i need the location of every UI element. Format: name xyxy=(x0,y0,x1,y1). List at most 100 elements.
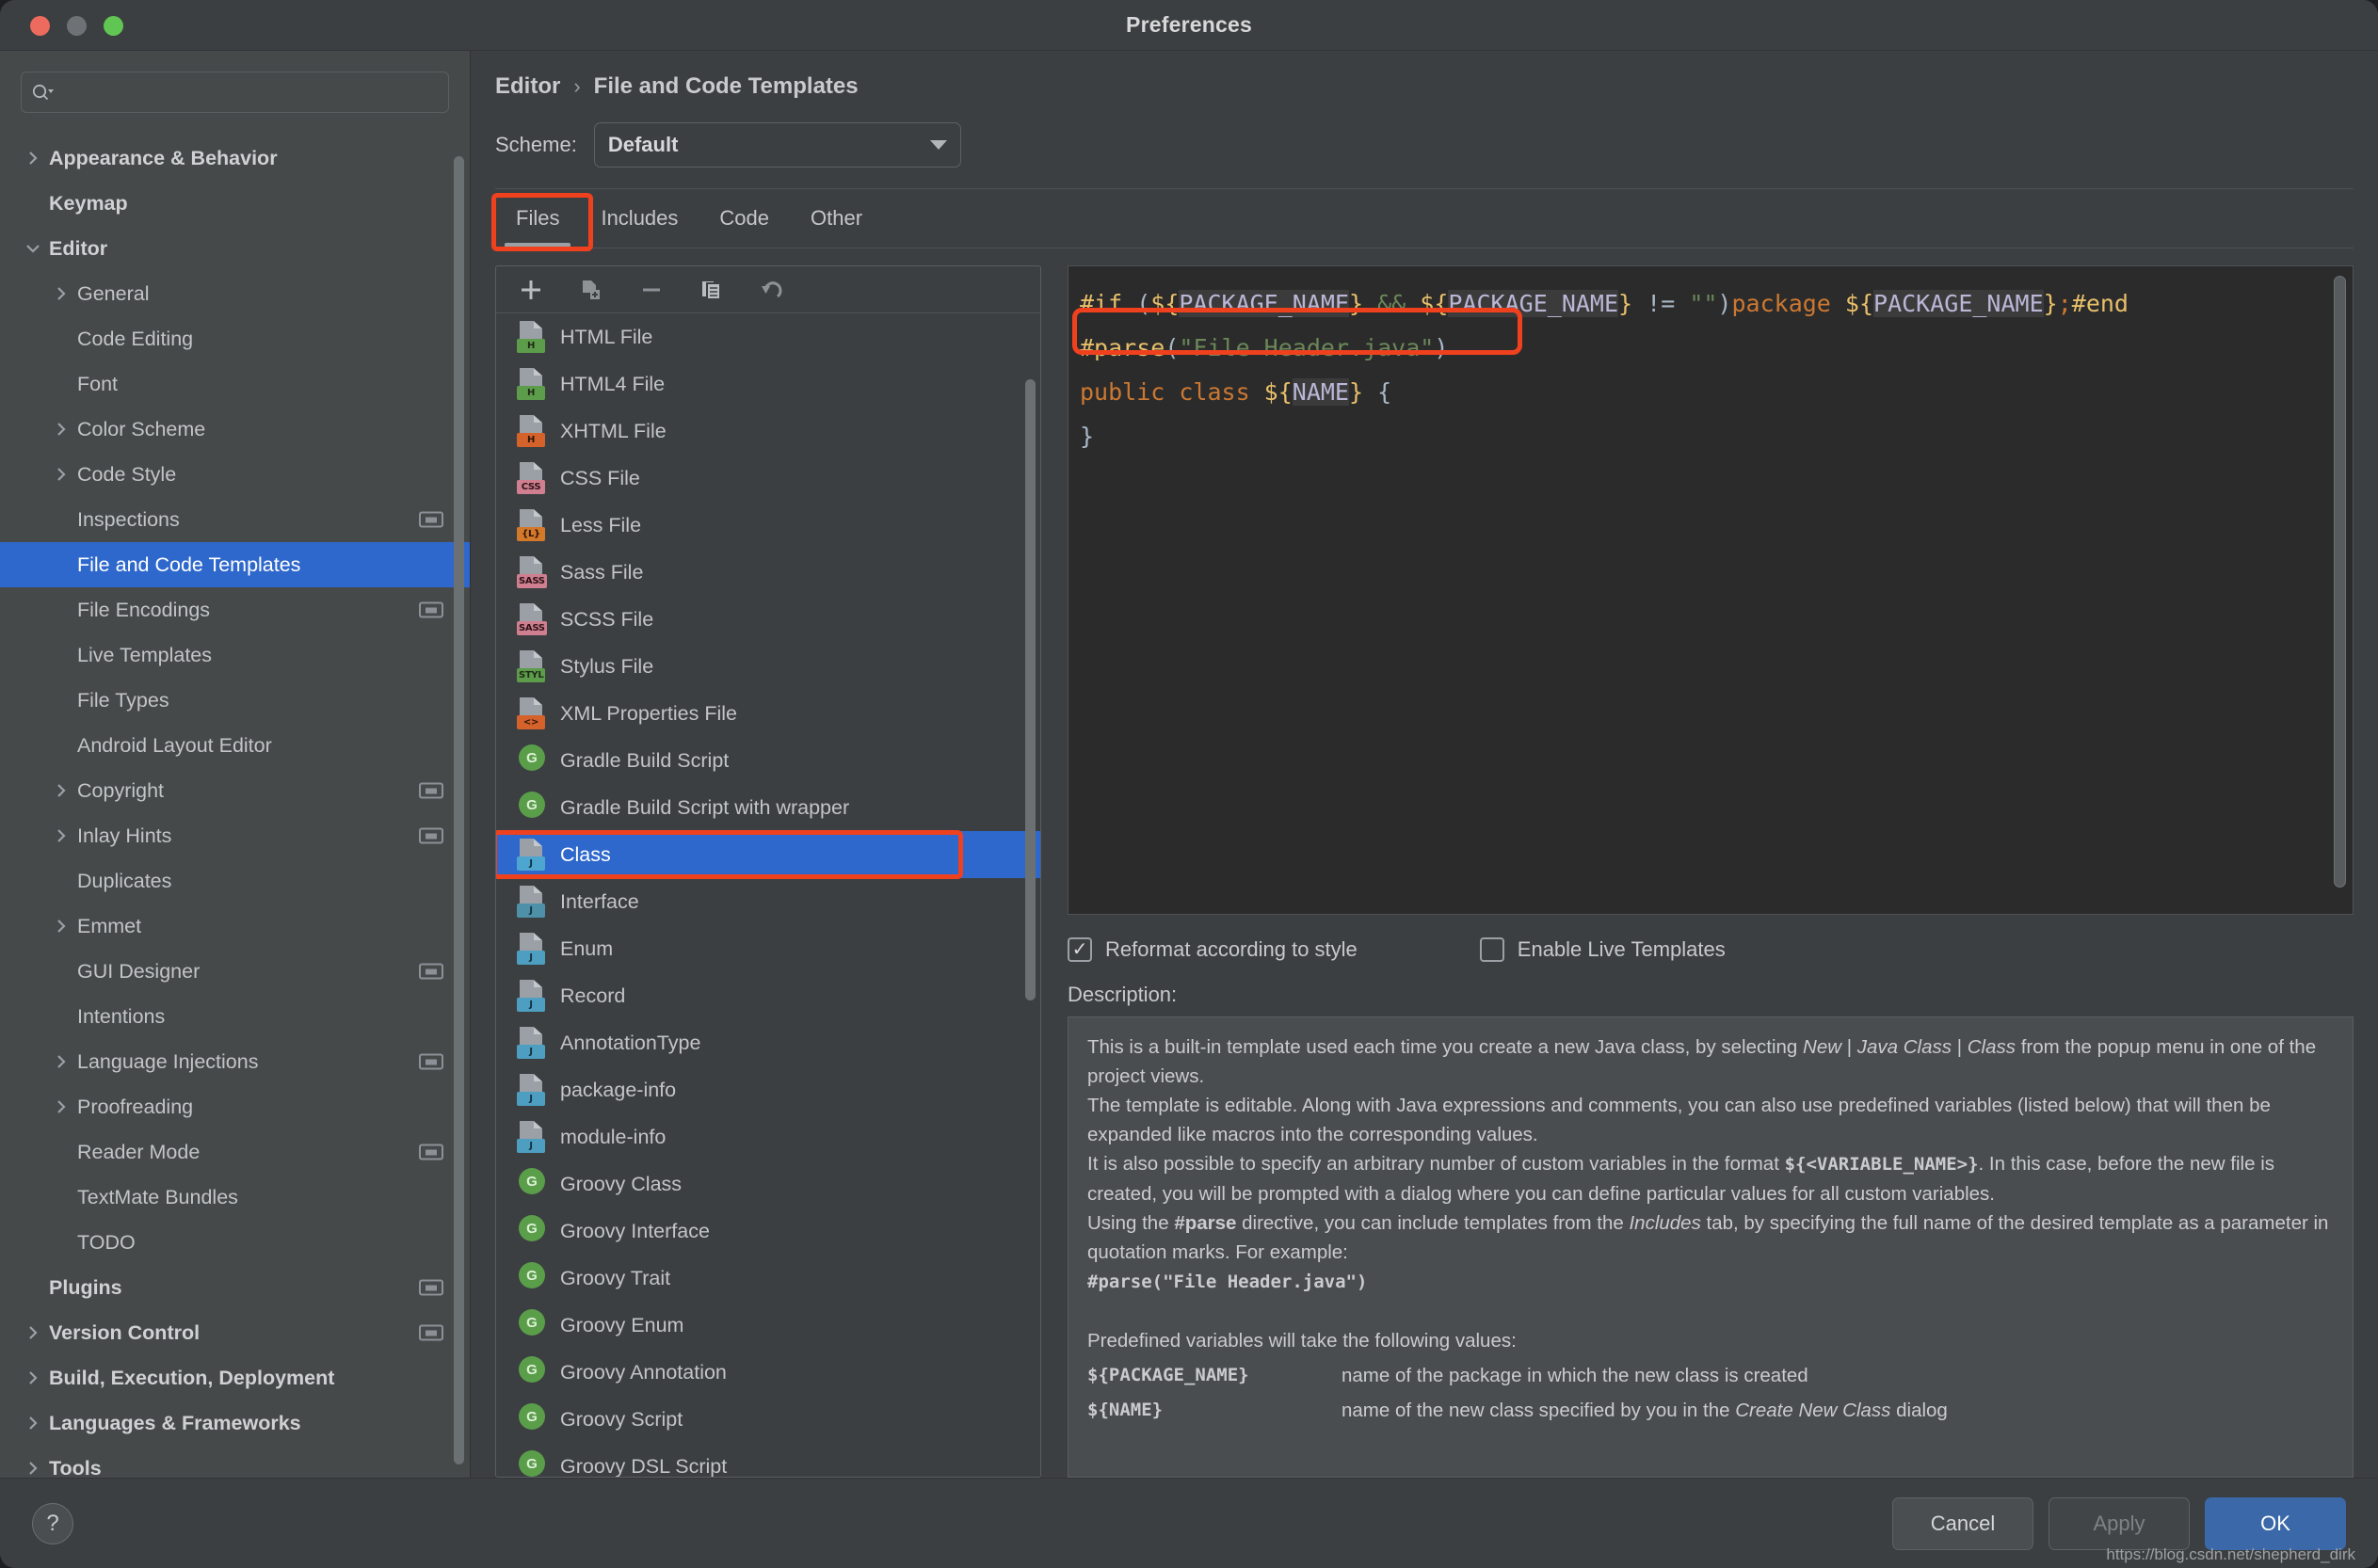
template-list-item[interactable]: GGradle Build Script xyxy=(496,737,1040,784)
sidebar-item-keymap[interactable]: Keymap xyxy=(0,181,470,226)
sidebar-item-gui-designer[interactable]: GUI Designer xyxy=(0,949,470,994)
clone-template-button[interactable] xyxy=(698,276,726,304)
remove-template-button[interactable] xyxy=(637,276,666,304)
help-button[interactable]: ? xyxy=(32,1503,73,1544)
sidebar-item-android-layout-editor[interactable]: Android Layout Editor xyxy=(0,723,470,768)
chevron-right-icon[interactable] xyxy=(49,466,73,483)
template-list-item[interactable]: JInterface xyxy=(496,878,1040,925)
sidebar-item-duplicates[interactable]: Duplicates xyxy=(0,858,470,904)
apply-button[interactable]: Apply xyxy=(2049,1497,2190,1550)
sidebar-item-code-style[interactable]: Code Style xyxy=(0,452,470,497)
sidebar-item-general[interactable]: General xyxy=(0,271,470,316)
search-input[interactable] xyxy=(59,82,439,103)
sidebar-item-inlay-hints[interactable]: Inlay Hints xyxy=(0,813,470,858)
template-list-item[interactable]: SASSSass File xyxy=(496,549,1040,596)
template-code-editor[interactable]: #if (${PACKAGE_NAME} && ${PACKAGE_NAME} … xyxy=(1068,265,2354,915)
chevron-right-icon[interactable] xyxy=(49,918,73,935)
sidebar-item-emmet[interactable]: Emmet xyxy=(0,904,470,949)
copy-template-button[interactable] xyxy=(577,276,605,304)
sidebar-item-inspections[interactable]: Inspections xyxy=(0,497,470,542)
template-list-item[interactable]: <>XML Properties File xyxy=(496,690,1040,737)
chevron-right-icon[interactable] xyxy=(49,1098,73,1115)
sidebar-item-build-execution-deployment[interactable]: Build, Execution, Deployment xyxy=(0,1355,470,1400)
template-list-item[interactable]: GGroovy Enum xyxy=(496,1302,1040,1349)
chevron-right-icon[interactable] xyxy=(49,782,73,799)
scheme-dropdown[interactable]: Default xyxy=(594,122,961,168)
chevron-right-icon[interactable] xyxy=(49,421,73,438)
template-list-item[interactable]: GGroovy Annotation xyxy=(496,1349,1040,1396)
template-list-item[interactable]: GGroovy Interface xyxy=(496,1208,1040,1255)
template-list-item[interactable]: JEnum xyxy=(496,925,1040,972)
settings-tree[interactable]: Appearance & BehaviorKeymapEditorGeneral… xyxy=(0,126,470,1478)
sidebar-item-reader-mode[interactable]: Reader Mode xyxy=(0,1129,470,1175)
sidebar-item-version-control[interactable]: Version Control xyxy=(0,1310,470,1355)
reset-template-button[interactable] xyxy=(758,276,786,304)
template-list[interactable]: HHTML FileHHTML4 FileHXHTML FileCSSCSS F… xyxy=(496,313,1040,1477)
tab-other[interactable]: Other xyxy=(790,189,883,248)
tab-code[interactable]: Code xyxy=(699,189,790,248)
chevron-right-icon[interactable] xyxy=(21,1460,45,1477)
template-list-item[interactable]: Jpackage-info xyxy=(496,1066,1040,1113)
close-window-button[interactable] xyxy=(30,16,50,36)
template-list-item[interactable]: SASSSCSS File xyxy=(496,596,1040,643)
chevron-right-icon[interactable] xyxy=(21,1324,45,1341)
tab-includes[interactable]: Includes xyxy=(580,189,699,248)
ok-button[interactable]: OK xyxy=(2205,1497,2346,1550)
option-enable-live-templates[interactable]: Enable Live Templates xyxy=(1480,937,1726,962)
checkbox-checked-icon[interactable]: ✓ xyxy=(1068,937,1092,962)
template-tabs[interactable]: FilesIncludesCodeOther xyxy=(495,189,2378,248)
chevron-right-icon[interactable] xyxy=(49,285,73,302)
template-list-item[interactable]: GGroovy Script xyxy=(496,1396,1040,1443)
sidebar-item-font[interactable]: Font xyxy=(0,361,470,407)
template-list-item[interactable]: STYLStylus File xyxy=(496,643,1040,690)
chevron-down-icon[interactable] xyxy=(21,240,45,257)
template-list-item[interactable]: HXHTML File xyxy=(496,408,1040,455)
code-scrollbar[interactable] xyxy=(2334,276,2346,888)
template-list-item[interactable]: GGroovy Class xyxy=(496,1160,1040,1208)
sidebar-item-todo[interactable]: TODO xyxy=(0,1220,470,1265)
sidebar-item-proofreading[interactable]: Proofreading xyxy=(0,1084,470,1129)
template-list-item[interactable]: GGroovy Trait xyxy=(496,1255,1040,1302)
sidebar-item-color-scheme[interactable]: Color Scheme xyxy=(0,407,470,452)
template-list-item[interactable]: JAnnotationType xyxy=(496,1019,1040,1066)
template-list-item[interactable]: HHTML File xyxy=(496,313,1040,360)
template-list-item[interactable]: GGroovy DSL Script xyxy=(496,1443,1040,1477)
template-list-item[interactable]: CSSCSS File xyxy=(496,455,1040,502)
sidebar-item-intentions[interactable]: Intentions xyxy=(0,994,470,1039)
sidebar-item-file-encodings[interactable]: File Encodings xyxy=(0,587,470,632)
maximize-window-button[interactable] xyxy=(104,16,123,36)
sidebar-item-textmate-bundles[interactable]: TextMate Bundles xyxy=(0,1175,470,1220)
template-list-item[interactable]: JRecord xyxy=(496,972,1040,1019)
sidebar-item-code-editing[interactable]: Code Editing xyxy=(0,316,470,361)
add-template-button[interactable] xyxy=(517,276,545,304)
template-list-item[interactable]: GGradle Build Script with wrapper xyxy=(496,784,1040,831)
tab-files[interactable]: Files xyxy=(495,189,580,248)
cancel-button[interactable]: Cancel xyxy=(1892,1497,2033,1550)
chevron-right-icon[interactable] xyxy=(21,1369,45,1386)
template-list-item[interactable]: Jmodule-info xyxy=(496,1113,1040,1160)
sidebar-item-plugins[interactable]: Plugins xyxy=(0,1265,470,1310)
sidebar-item-live-templates[interactable]: Live Templates xyxy=(0,632,470,678)
sidebar-item-tools[interactable]: Tools xyxy=(0,1446,470,1478)
template-list-item[interactable]: {L}Less File xyxy=(496,502,1040,549)
chevron-right-icon[interactable] xyxy=(49,827,73,844)
template-list-item[interactable]: HHTML4 File xyxy=(496,360,1040,408)
chevron-right-icon[interactable] xyxy=(49,1053,73,1070)
sidebar-item-file-types[interactable]: File Types xyxy=(0,678,470,723)
sidebar-item-copyright[interactable]: Copyright xyxy=(0,768,470,813)
sidebar-item-language-injections[interactable]: Language Injections xyxy=(0,1039,470,1084)
sidebar-item-appearance-behavior[interactable]: Appearance & Behavior xyxy=(0,136,470,181)
chevron-right-icon[interactable] xyxy=(21,1415,45,1432)
option-reformat-according-to-style[interactable]: ✓Reformat according to style xyxy=(1068,937,1358,962)
sidebar-item-editor[interactable]: Editor xyxy=(0,226,470,271)
template-list-item[interactable]: JClass xyxy=(496,831,1040,878)
minimize-window-button[interactable] xyxy=(67,16,87,36)
sidebar-item-file-and-code-templates[interactable]: File and Code Templates xyxy=(0,542,470,587)
search-box[interactable] xyxy=(21,72,449,113)
checkbox-unchecked-icon[interactable] xyxy=(1480,937,1504,962)
sidebar-scrollbar[interactable] xyxy=(454,156,464,1464)
template-list-scrollbar[interactable] xyxy=(1025,379,1036,1000)
chevron-right-icon[interactable] xyxy=(21,150,45,167)
sidebar-item-languages-frameworks[interactable]: Languages & Frameworks xyxy=(0,1400,470,1446)
breadcrumb-parent[interactable]: Editor xyxy=(495,73,560,100)
